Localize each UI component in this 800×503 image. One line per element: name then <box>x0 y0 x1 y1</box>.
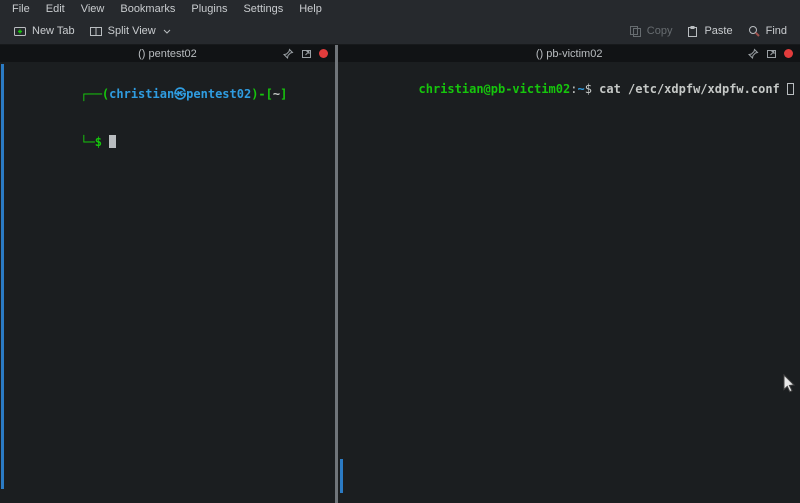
chevron-down-icon <box>163 29 171 34</box>
close-button[interactable] <box>784 49 793 58</box>
copy-label: Copy <box>647 25 673 37</box>
find-button[interactable]: Find <box>740 21 794 41</box>
prompt-user: christian@pb-victim02 <box>419 82 571 96</box>
split-view-icon <box>89 24 103 38</box>
toolbar: New Tab Split View Copy <box>0 18 800 45</box>
scrollbar-thumb[interactable] <box>340 459 343 493</box>
terminal-line: └─$ <box>8 118 329 166</box>
prompt-frame: └─$ <box>80 135 109 149</box>
copy-button: Copy <box>622 22 680 41</box>
prompt-frame: ┌──( <box>80 87 109 101</box>
terminal-cursor <box>787 83 794 95</box>
prompt-dollar: $ <box>585 82 599 96</box>
prompt-path: ~ <box>577 82 584 96</box>
scrollbar-thumb[interactable] <box>1 64 4 489</box>
split-view-button[interactable]: Split View <box>82 21 178 41</box>
maximize-icon[interactable] <box>766 48 777 59</box>
find-label: Find <box>766 25 787 37</box>
terminal-right[interactable]: christian@pb-victim02:~$ cat /etc/xdpfw/… <box>338 62 800 503</box>
menu-settings[interactable]: Settings <box>235 1 291 17</box>
terminal-cursor <box>109 135 116 148</box>
new-tab-label: New Tab <box>32 25 75 37</box>
pane-pb-victim02: () pb-victim02 <box>338 45 800 503</box>
menu-edit[interactable]: Edit <box>38 1 73 17</box>
pane-header-left[interactable]: () pentest02 <box>0 45 335 62</box>
command-text: cat /etc/xdpfw/xdpfw.conf <box>599 82 787 96</box>
close-button[interactable] <box>319 49 328 58</box>
terminal-line: ┌──(christian㉿pentest02)-[~] <box>8 70 329 118</box>
menu-bookmarks[interactable]: Bookmarks <box>112 1 183 17</box>
maximize-icon[interactable] <box>301 48 312 59</box>
paste-icon <box>686 25 699 38</box>
menu-help[interactable]: Help <box>291 1 330 17</box>
menu-plugins[interactable]: Plugins <box>183 1 235 17</box>
find-icon <box>747 24 761 38</box>
paste-button[interactable]: Paste <box>679 22 739 41</box>
split-view-label: Split View <box>108 25 156 37</box>
pane-header-right[interactable]: () pb-victim02 <box>338 45 800 62</box>
pin-icon[interactable] <box>748 48 759 59</box>
pane-pentest02: () pentest02 <box>0 45 335 503</box>
konsole-window: File Edit View Bookmarks Plugins Setting… <box>0 0 800 503</box>
paste-label: Paste <box>704 25 732 37</box>
copy-icon <box>629 25 642 38</box>
split-container: () pentest02 <box>0 45 800 503</box>
pane-title-right: () pb-victim02 <box>338 48 800 60</box>
terminal-line: christian@pb-victim02:~$ cat /etc/xdpfw/… <box>346 65 794 113</box>
prompt-user: christian㉿pentest02 <box>109 87 251 101</box>
new-tab-icon <box>13 24 27 38</box>
new-tab-button[interactable]: New Tab <box>6 21 82 41</box>
prompt-frame: )-[ <box>251 87 273 101</box>
pin-icon[interactable] <box>283 48 294 59</box>
menu-view[interactable]: View <box>73 1 113 17</box>
prompt-frame: ] <box>280 87 287 101</box>
menu-file[interactable]: File <box>4 1 38 17</box>
menu-bar: File Edit View Bookmarks Plugins Setting… <box>0 0 800 18</box>
terminal-left[interactable]: ┌──(christian㉿pentest02)-[~] └─$ <box>0 62 335 503</box>
